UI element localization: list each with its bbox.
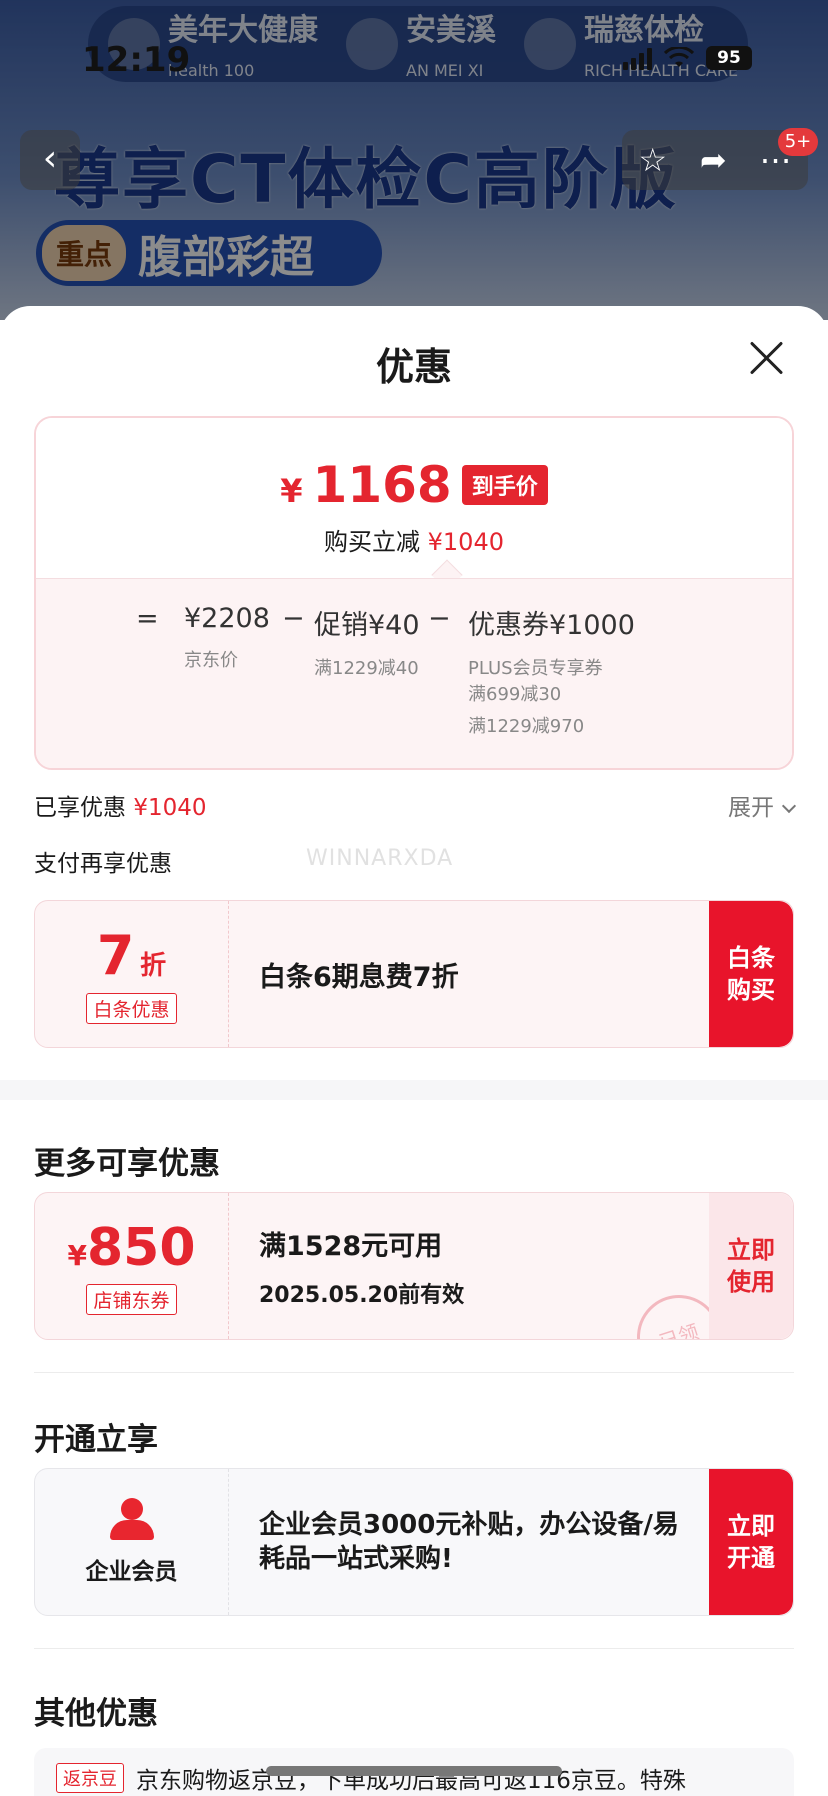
enterprise-label: 企业会员 — [85, 1559, 178, 1585]
promo-value: 促销¥40 — [314, 610, 420, 641]
coupon-item: 优惠券¥1000 PLUS会员专享券 满699减30 满1229减970 — [468, 603, 635, 740]
divider-line — [34, 1648, 794, 1649]
star-icon[interactable]: ☆ — [638, 141, 667, 179]
baitiao-discount: 7 折 — [96, 924, 167, 987]
open-now-button[interactable]: 立即开通 — [709, 1469, 793, 1615]
final-price: ¥ 1168 到手价 — [36, 456, 792, 514]
watermark: WINNARXDA — [306, 846, 454, 871]
more-offers-title: 更多可享优惠 — [34, 1146, 220, 1182]
promo-item: 促销¥40 满1229减40 — [314, 603, 420, 682]
status-time: 12:19 — [82, 40, 191, 80]
divider-line — [34, 1372, 794, 1373]
back-button[interactable]: ‹ — [20, 130, 80, 190]
cart-badge: 5+ — [778, 128, 818, 156]
instant-reduce-amount: ¥1040 — [427, 528, 504, 556]
equals-sign: = — [136, 603, 159, 634]
chevron-left-icon: ‹ — [42, 138, 58, 179]
discount-sheet: 优惠 ¥ 1168 到手价 购买立减 ¥1040 = ¥2208 京东价 − 促… — [0, 306, 828, 1796]
signal-icon — [623, 46, 652, 70]
coupon-label-699: 满699减30 — [468, 684, 562, 705]
expand-button[interactable]: 展开 — [728, 788, 797, 822]
coupon-labels: PLUS会员专享券 满699减30 满1229减970 — [468, 656, 635, 740]
other-offers-title: 其他优惠 — [34, 1696, 158, 1732]
status-bar: 12:19 95 — [0, 40, 828, 80]
shop-coupon-tag: 店铺东券 — [86, 1283, 177, 1315]
shop-coupon-expiry: 2025.05.20前有效 — [259, 1282, 465, 1308]
price-breakdown: = ¥2208 京东价 − 促销¥40 满1229减40 − 优惠券¥1000 … — [36, 578, 792, 768]
shop-coupon-condition: 满1528元可用 — [259, 1230, 443, 1262]
enterprise-member-card[interactable]: 企业会员 企业会员3000元补贴，办公设备/易耗品一站式采购! 立即开通 — [34, 1468, 794, 1616]
coupon-value: 优惠券¥1000 — [468, 610, 635, 641]
final-price-tag: 到手价 — [461, 465, 548, 505]
open-benefits-title: 开通立享 — [34, 1422, 158, 1458]
enjoyed-discount-row: 已享优惠 ¥1040 展开 — [34, 788, 797, 822]
baitiao-tag: 白条优惠 — [86, 993, 177, 1024]
baitiao-buy-button[interactable]: 白条购买 — [709, 901, 793, 1047]
coupon-label-plus: PLUS会员专享券 — [468, 658, 603, 679]
use-now-button[interactable]: 立即使用 — [709, 1193, 793, 1339]
minus-sign: − — [282, 603, 305, 634]
home-indicator[interactable] — [266, 1766, 562, 1776]
currency-symbol: ¥ — [280, 472, 303, 510]
user-icon — [108, 1498, 156, 1542]
jingdou-tag: 返京豆 — [56, 1763, 124, 1793]
wifi-icon — [664, 47, 694, 67]
enjoyed-label: 已享优惠 — [34, 795, 126, 821]
price-summary-card: ¥ 1168 到手价 购买立减 ¥1040 = ¥2208 京东价 − 促销¥4… — [34, 416, 794, 770]
sheet-title: 优惠 — [375, 345, 452, 389]
instant-reduce-label: 购买立减 — [324, 528, 420, 556]
chevron-down-icon — [781, 798, 797, 814]
enjoyed-amount: ¥1040 — [133, 795, 207, 821]
battery-icon: 95 — [706, 46, 752, 70]
baitiao-offer-card[interactable]: 7 折 白条优惠 白条6期息费7折 白条购买 — [34, 900, 794, 1048]
shop-coupon-card[interactable]: ¥850 店铺东券 满1528元可用 2025.05.20前有效 已领 立即使用 — [34, 1192, 794, 1340]
share-icon[interactable]: ➦ — [700, 141, 727, 179]
close-icon[interactable] — [748, 340, 784, 376]
jd-price-item: ¥2208 京东价 — [184, 603, 270, 674]
jd-price-value: ¥2208 — [184, 603, 270, 634]
minus-sign: − — [428, 603, 451, 634]
final-price-section: ¥ 1168 到手价 购买立减 ¥1040 — [36, 418, 792, 578]
jd-price-label: 京东价 — [184, 650, 238, 671]
enterprise-desc: 企业会员3000元补贴，办公设备/易耗品一站式采购! — [259, 1510, 679, 1574]
final-price-amount: 1168 — [312, 456, 452, 514]
promo-label: 满1229减40 — [314, 658, 419, 679]
instant-reduce: 购买立减 ¥1040 — [36, 522, 792, 557]
section-divider — [0, 1080, 828, 1100]
shop-coupon-amount: ¥850 — [67, 1217, 196, 1278]
coupon-label-1229: 满1229减970 — [468, 716, 585, 737]
status-icons: 95 — [623, 46, 752, 70]
pay-more-title: 支付再享优惠 — [34, 851, 172, 877]
baitiao-desc: 白条6期息费7折 — [259, 961, 459, 993]
